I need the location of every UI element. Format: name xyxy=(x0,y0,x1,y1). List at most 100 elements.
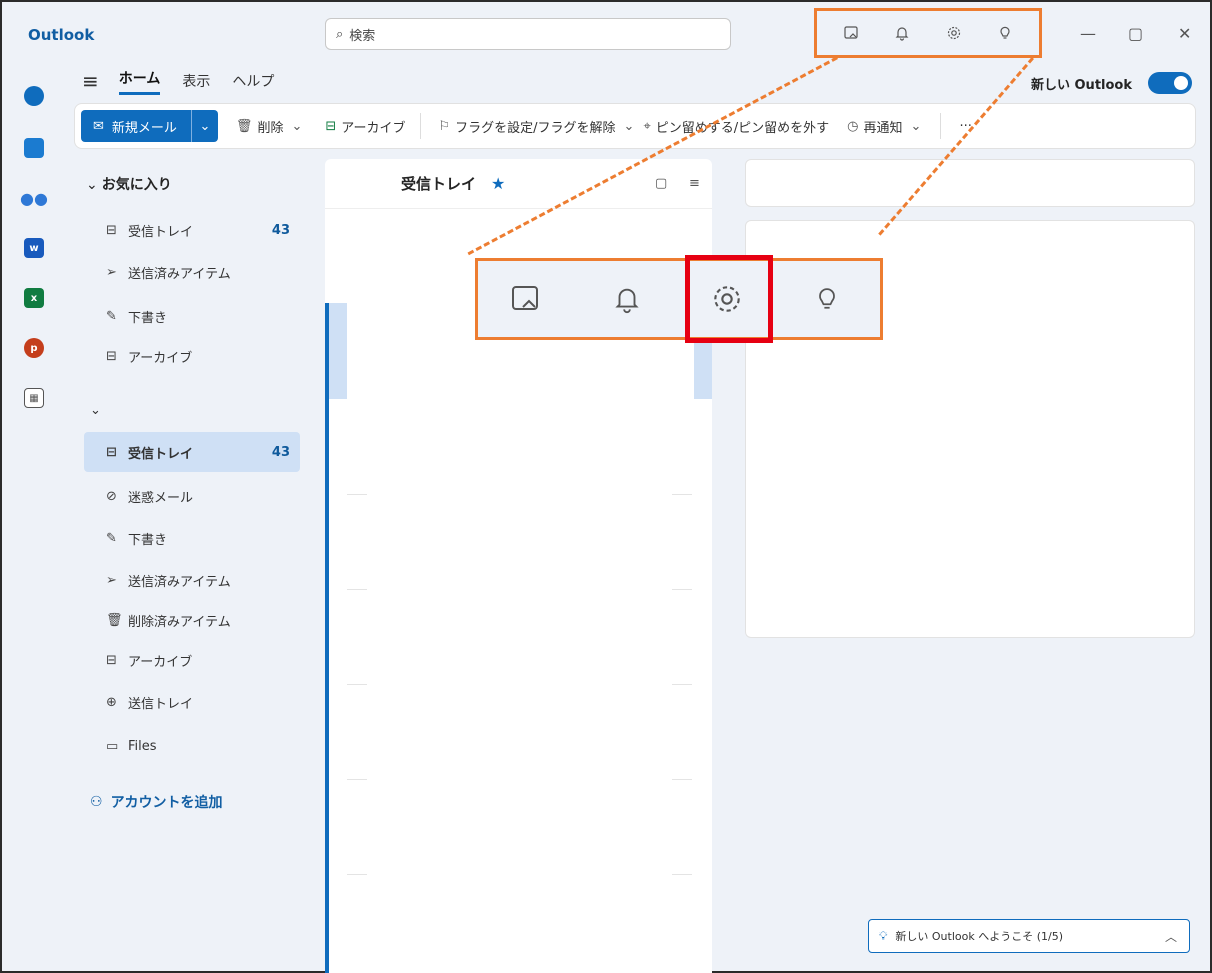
favorites-label: お気に入り xyxy=(101,177,172,193)
unread-count: 43 xyxy=(271,222,290,238)
tab-home[interactable]: ホーム xyxy=(118,68,161,95)
people-icon[interactable]: ●● xyxy=(20,188,48,208)
draft-icon: ✎ xyxy=(106,308,117,324)
row-divider xyxy=(347,779,367,780)
favorite-inbox[interactable]: ⊟ 受信トレイ 43 xyxy=(84,210,300,250)
welcome-tips-button[interactable]: 💡︎ 新しい Outlook へようこそ (1/5) ︿ xyxy=(868,919,1190,953)
favorite-star-icon[interactable]: ★ xyxy=(491,174,505,193)
folder-drafts[interactable]: ✎ 下書き xyxy=(84,518,300,558)
gear-icon[interactable] xyxy=(943,22,965,44)
folder-outbox[interactable]: ⊕ 送信トレイ xyxy=(84,682,300,722)
my-day-icon[interactable] xyxy=(840,22,862,44)
app-title: Outlook xyxy=(28,26,95,44)
select-mode-icon[interactable]: ▢ xyxy=(655,176,667,191)
favorite-archive[interactable]: ⊟ アーカイブ xyxy=(84,336,300,376)
message-list-header: 受信トレイ ★ ▢ ≡ xyxy=(325,159,712,209)
lightbulb-icon xyxy=(806,279,848,319)
new-outlook-toggle[interactable] xyxy=(1148,72,1192,94)
row-divider xyxy=(672,779,692,780)
tab-view[interactable]: 表示 xyxy=(182,71,210,91)
excel-icon[interactable]: x xyxy=(24,288,44,308)
send-icon: ➢ xyxy=(106,264,117,280)
flag-icon: ⚐ xyxy=(438,118,451,134)
powerpoint-icon[interactable]: p xyxy=(24,338,44,358)
favorite-sent[interactable]: ➢ 送信済みアイテム xyxy=(84,252,300,292)
folder-sent[interactable]: ➢ 送信済みアイテム xyxy=(84,560,300,600)
folder-inbox[interactable]: ⊟ 受信トレイ 43 xyxy=(84,432,300,472)
archive-icon: ⊟ xyxy=(106,348,117,364)
folder-junk[interactable]: ⊘ 迷惑メール xyxy=(84,476,300,516)
title-bar: Outlook ⌕ 検索 — ▢ ✕ xyxy=(2,2,1210,66)
folder-label: 削除済みアイテム xyxy=(128,614,231,630)
close-button[interactable]: ✕ xyxy=(1178,24,1191,43)
folder-label: 受信トレイ xyxy=(128,446,194,462)
folder-label: 下書き xyxy=(128,532,168,548)
archive-button[interactable]: ⊟ アーカイブ xyxy=(325,117,405,136)
chevron-down-icon[interactable]: ⌄ xyxy=(911,119,922,134)
mail-icon: ✉ xyxy=(93,118,104,134)
row-divider xyxy=(347,874,367,875)
add-account-link[interactable]: ⚇ アカウントを追加 xyxy=(90,792,223,812)
selected-message-accent xyxy=(325,303,329,973)
maximize-button[interactable]: ▢ xyxy=(1128,24,1143,43)
folder-pane: ⌄ お気に入り ⊟ 受信トレイ 43 ➢ 送信済みアイテム ✎ 下書き ⊟ アーカイブ ⌄ … xyxy=(74,162,310,973)
new-outlook-label: 新しい Outlook xyxy=(1030,77,1132,93)
remind-button[interactable]: ◷ 再通知 ⌄ xyxy=(847,117,926,136)
toolbar-divider xyxy=(419,113,421,139)
row-divider xyxy=(347,684,367,685)
folder-label: 送信トレイ xyxy=(128,696,194,712)
minimize-button[interactable]: — xyxy=(1080,24,1096,43)
new-outlook-toggle-group: 新しい Outlook xyxy=(1031,72,1192,94)
chevron-down-icon[interactable]: ⌄ xyxy=(291,119,302,134)
folder-icon: ▭ xyxy=(106,738,119,754)
hamburger-menu-icon[interactable]: ≡ xyxy=(82,69,99,93)
pin-button[interactable]: ⌖ ピン留めする/ピン留めを外す xyxy=(643,117,829,136)
favorite-drafts[interactable]: ✎ 下書き xyxy=(84,296,300,336)
add-account-label: アカウントを追加 xyxy=(110,795,223,811)
flag-button[interactable]: ⚐ フラグを設定/フラグを解除 ⌄ xyxy=(439,117,640,136)
calendar-icon[interactable] xyxy=(24,138,44,158)
folder-files[interactable]: ▭ Files xyxy=(84,726,300,766)
welcome-label: 新しい Outlook へようこそ (1/5) xyxy=(895,930,1064,943)
folder-archive[interactable]: ⊟ アーカイブ xyxy=(84,640,300,680)
mail-icon[interactable] xyxy=(24,86,44,106)
app-rail: ●● w x p ▦ xyxy=(2,66,64,973)
inbox-icon: ⊟ xyxy=(106,222,117,238)
my-day-icon xyxy=(504,279,546,319)
row-divider xyxy=(672,494,692,495)
row-divider xyxy=(672,684,692,685)
ribbon-toolbar: ✉ 新規メール ⌄ 🗑 削除 ⌄ ⊟ アーカイブ ⚐ フラグを設定/フラグを解除 … xyxy=(74,103,1196,149)
lightbulb-icon[interactable] xyxy=(994,22,1016,44)
new-mail-button[interactable]: ✉ 新規メール ⌄ xyxy=(81,110,218,142)
folder-label: 受信トレイ xyxy=(128,224,194,240)
favorites-header[interactable]: ⌄ お気に入り xyxy=(86,174,172,194)
chevron-down-icon[interactable]: ⌄ xyxy=(624,119,635,134)
word-icon[interactable]: w xyxy=(24,238,44,258)
bell-icon xyxy=(606,279,648,319)
outlook-window: Outlook ⌕ 検索 — ▢ ✕ ●● w x p ▦ ≡ ホーム 表示 ヘ… xyxy=(0,0,1212,973)
clock-icon: ◷ xyxy=(847,118,859,134)
folder-deleted[interactable]: 🗑 削除済みアイテム xyxy=(84,600,300,640)
account-collapse-chevron[interactable]: ⌄ xyxy=(84,390,300,430)
new-mail-dropdown-chevron-icon[interactable]: ⌄ xyxy=(192,119,218,134)
selected-message-indicator xyxy=(329,303,347,399)
archive-label: アーカイブ xyxy=(341,120,406,136)
toolbar-divider xyxy=(940,113,942,139)
folder-label: Files xyxy=(128,738,157,754)
delete-button[interactable]: 🗑 削除 ⌄ xyxy=(236,117,307,136)
bell-icon[interactable] xyxy=(891,22,913,44)
chevron-down-icon: ⌄ xyxy=(86,177,98,193)
search-input[interactable]: ⌕ 検索 xyxy=(325,18,731,50)
filter-icon[interactable]: ≡ xyxy=(689,176,700,191)
chevron-up-icon[interactable]: ︿ xyxy=(1165,928,1177,945)
folder-label: 送信済みアイテム xyxy=(128,266,231,282)
row-divider xyxy=(347,494,367,495)
tab-help[interactable]: ヘルプ xyxy=(232,71,274,91)
ribbon-tabs: ≡ ホーム 表示 ヘルプ xyxy=(82,64,296,98)
trash-icon: 🗑 xyxy=(235,118,253,134)
pin-icon: ⌖ xyxy=(643,118,651,134)
search-placeholder: 検索 xyxy=(349,28,376,44)
folder-label: アーカイブ xyxy=(128,350,193,366)
add-person-icon: ⚇ xyxy=(90,794,103,810)
apps-icon[interactable]: ▦ xyxy=(24,388,44,408)
